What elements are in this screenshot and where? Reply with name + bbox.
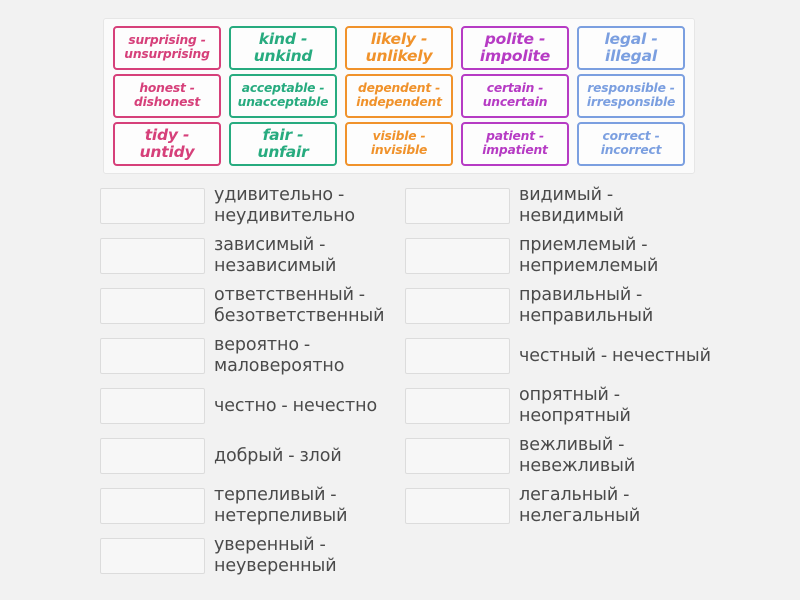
word-card[interactable]: patient - impatient	[461, 122, 569, 166]
word-card-label: honest - dishonest	[133, 81, 201, 109]
word-card-label: fair - unfair	[257, 125, 309, 161]
drop-zone[interactable]	[100, 188, 205, 224]
word-card[interactable]: surprising - unsurprising	[113, 26, 221, 70]
answer-label: честный - нечестный	[519, 345, 711, 366]
answer-row: честно - нечестно	[100, 383, 410, 429]
card-row: honest - dishonest acceptable - unacceptabl…	[109, 73, 689, 119]
drop-zone[interactable]	[405, 188, 510, 224]
answer-row: опрятный - неопрятный	[405, 383, 715, 429]
word-card-label: surprising - unsurprising	[124, 33, 210, 61]
answer-label: видимый - невидимый	[519, 185, 624, 226]
answer-label: честно - нечестно	[214, 395, 378, 416]
drop-zone[interactable]	[405, 488, 510, 524]
answer-label: уверенный - неуверенный	[214, 535, 337, 576]
answer-label: зависимый - независимый	[214, 235, 337, 276]
word-card-tray: surprising - unsurprising kind - unkind lik…	[103, 18, 695, 174]
answer-row: зависимый - независимый	[100, 233, 410, 279]
answer-row: правильный - неправильный	[405, 283, 715, 329]
word-card-label: likely - unlikely	[365, 29, 433, 65]
drop-zone[interactable]	[405, 238, 510, 274]
drop-zone[interactable]	[100, 238, 205, 274]
word-card[interactable]: correct - incorrect	[577, 122, 685, 166]
answer-row: ответственный - безответственный	[100, 283, 410, 329]
drop-zone[interactable]	[100, 438, 205, 474]
word-card[interactable]: honest - dishonest	[113, 74, 221, 118]
answer-label: ответственный - безответственный	[214, 285, 385, 326]
answer-row: видимый - невидимый	[405, 183, 715, 229]
drop-zone[interactable]	[405, 438, 510, 474]
word-card-label: dependent - independent	[356, 81, 442, 109]
word-card-label: certain - uncertain	[482, 81, 548, 109]
answer-label: правильный - неправильный	[519, 285, 654, 326]
drop-zone[interactable]	[100, 388, 205, 424]
word-card-label: kind - unkind	[253, 29, 313, 65]
word-card[interactable]: likely - unlikely	[345, 26, 453, 70]
word-card[interactable]: dependent - independent	[345, 74, 453, 118]
word-card[interactable]: responsible - irresponsible	[577, 74, 685, 118]
drop-zone[interactable]	[100, 488, 205, 524]
word-card[interactable]: tidy - untidy	[113, 122, 221, 166]
word-card[interactable]: acceptable - unacceptable	[229, 74, 337, 118]
answer-row: легальный - нелегальный	[405, 483, 715, 529]
word-card-label: patient - impatient	[482, 129, 548, 157]
answer-row: вероятно - маловероятно	[100, 333, 410, 379]
answer-row: уверенный - неуверенный	[100, 533, 410, 579]
answer-column-left: удивительно - неудивительно зависимый - н…	[100, 183, 410, 583]
drop-zone[interactable]	[405, 288, 510, 324]
answer-label: приемлемый - неприемлемый	[519, 235, 659, 276]
word-card-label: correct - incorrect	[600, 129, 662, 157]
word-card[interactable]: legal - illegal	[577, 26, 685, 70]
answer-label: удивительно - неудивительно	[214, 185, 356, 226]
word-card[interactable]: kind - unkind	[229, 26, 337, 70]
answer-row: приемлемый - неприемлемый	[405, 233, 715, 279]
answer-label: добрый - злой	[214, 445, 342, 466]
word-card[interactable]: visible - invisible	[345, 122, 453, 166]
answer-column-right: видимый - невидимый приемлемый - неприемл…	[405, 183, 715, 533]
answer-label: опрятный - неопрятный	[519, 385, 631, 426]
answer-row: вежливый - невежливый	[405, 433, 715, 479]
word-card-label: visible - invisible	[370, 129, 428, 157]
answer-label: вежливый - невежливый	[519, 435, 636, 476]
answer-row: честный - нечестный	[405, 333, 715, 379]
answer-row: терпеливый - нетерпеливый	[100, 483, 410, 529]
word-card[interactable]: fair - unfair	[229, 122, 337, 166]
answer-area: удивительно - неудивительно зависимый - н…	[0, 183, 800, 583]
drop-zone[interactable]	[100, 288, 205, 324]
answer-label: вероятно - маловероятно	[214, 335, 345, 376]
word-card-label: acceptable - unacceptable	[237, 81, 329, 109]
word-card-label: polite - impolite	[479, 29, 551, 65]
drop-zone[interactable]	[405, 388, 510, 424]
card-row: tidy - untidy fair - unfair visible - invis…	[109, 121, 689, 167]
word-card[interactable]: certain - uncertain	[461, 74, 569, 118]
word-card-label: responsible - irresponsible	[586, 81, 676, 109]
drop-zone[interactable]	[100, 538, 205, 574]
drop-zone[interactable]	[405, 338, 510, 374]
word-card[interactable]: polite - impolite	[461, 26, 569, 70]
word-card-label: tidy - untidy	[139, 125, 195, 161]
answer-label: терпеливый - нетерпеливый	[214, 485, 348, 526]
drop-zone[interactable]	[100, 338, 205, 374]
word-card-label: legal - illegal	[604, 29, 658, 65]
card-row: surprising - unsurprising kind - unkind lik…	[109, 25, 689, 71]
answer-row: удивительно - неудивительно	[100, 183, 410, 229]
answer-row: добрый - злой	[100, 433, 410, 479]
answer-label: легальный - нелегальный	[519, 485, 641, 526]
